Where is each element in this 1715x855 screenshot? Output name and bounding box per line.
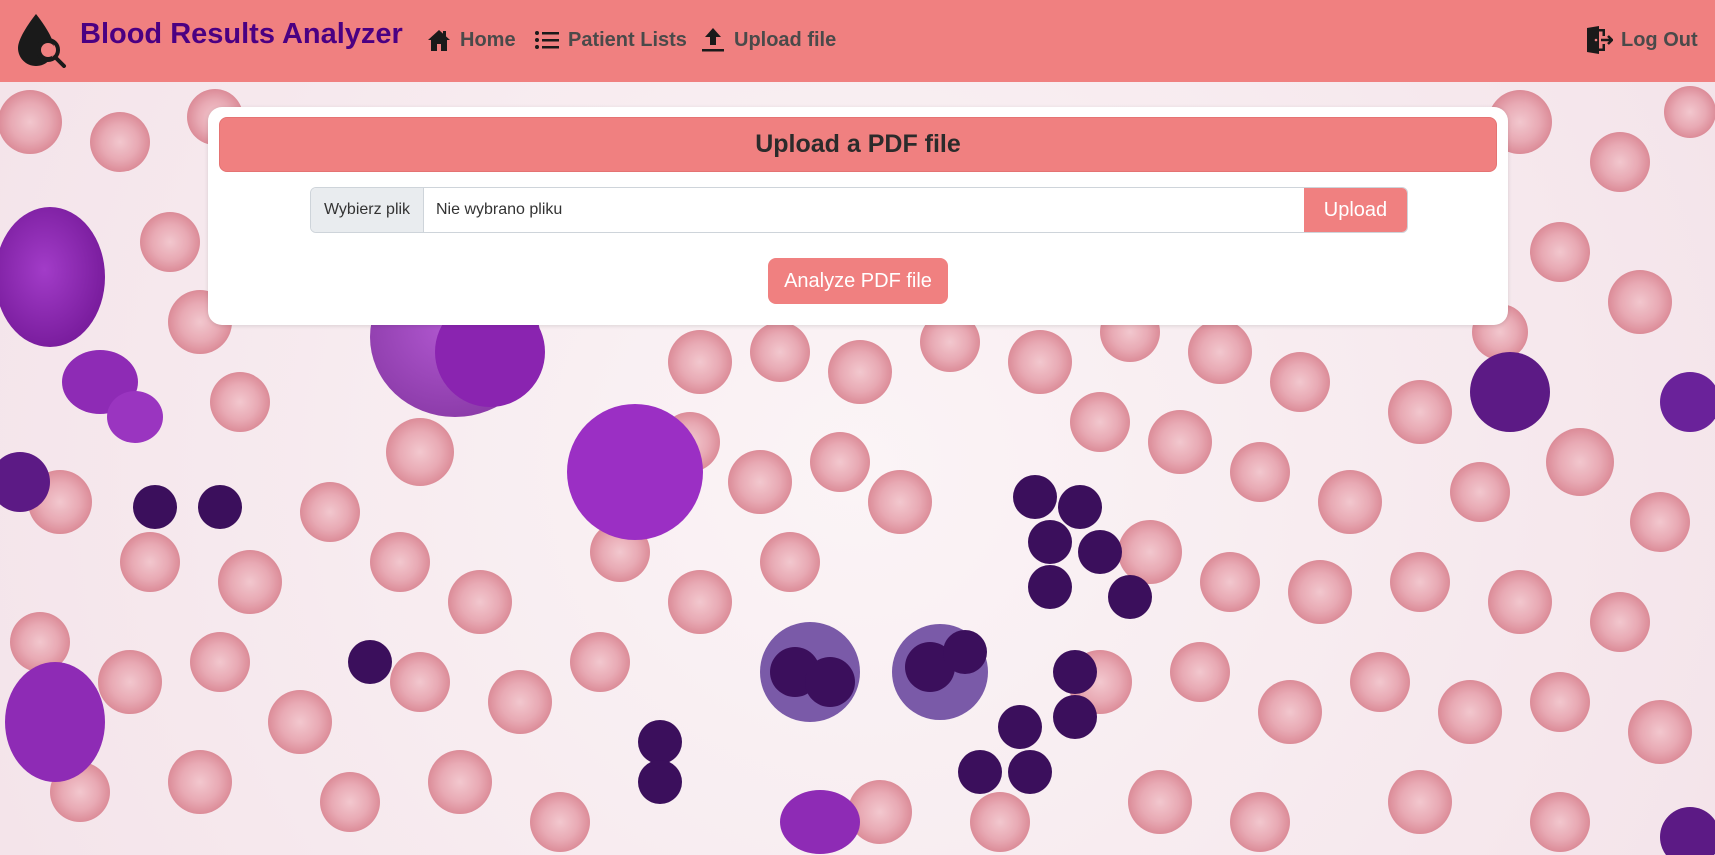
list-icon	[535, 31, 559, 49]
upload-icon	[702, 28, 724, 52]
logout-button[interactable]: Log Out	[1585, 24, 1698, 56]
upload-card: Upload a PDF file Wybierz plik Nie wybra…	[208, 107, 1508, 325]
file-upload-group: Wybierz plik Nie wybrano pliku Upload	[310, 187, 1408, 233]
nav-home[interactable]: Home	[426, 24, 516, 56]
nav-patient-lists-label: Patient Lists	[568, 28, 687, 51]
nav-patient-lists[interactable]: Patient Lists	[534, 24, 687, 56]
analyze-pdf-button[interactable]: Analyze PDF file	[768, 258, 948, 304]
blood-drop-magnifier-icon[interactable]	[12, 12, 68, 68]
navbar: Blood Results Analyzer Home Patient List…	[0, 0, 1715, 82]
app-title[interactable]: Blood Results Analyzer	[80, 18, 403, 51]
upload-card-title: Upload a PDF file	[219, 117, 1497, 172]
nav-upload-file[interactable]: Upload file	[700, 24, 836, 56]
upload-button[interactable]: Upload	[1304, 188, 1407, 232]
logout-icon	[1587, 26, 1613, 54]
nav-upload-file-label: Upload file	[734, 28, 837, 51]
choose-file-button[interactable]: Wybierz plik	[311, 188, 424, 232]
nav-home-label: Home	[460, 28, 516, 51]
file-input-status[interactable]: Nie wybrano pliku	[424, 188, 1304, 232]
home-icon	[428, 30, 450, 51]
logout-label: Log Out	[1621, 28, 1698, 51]
